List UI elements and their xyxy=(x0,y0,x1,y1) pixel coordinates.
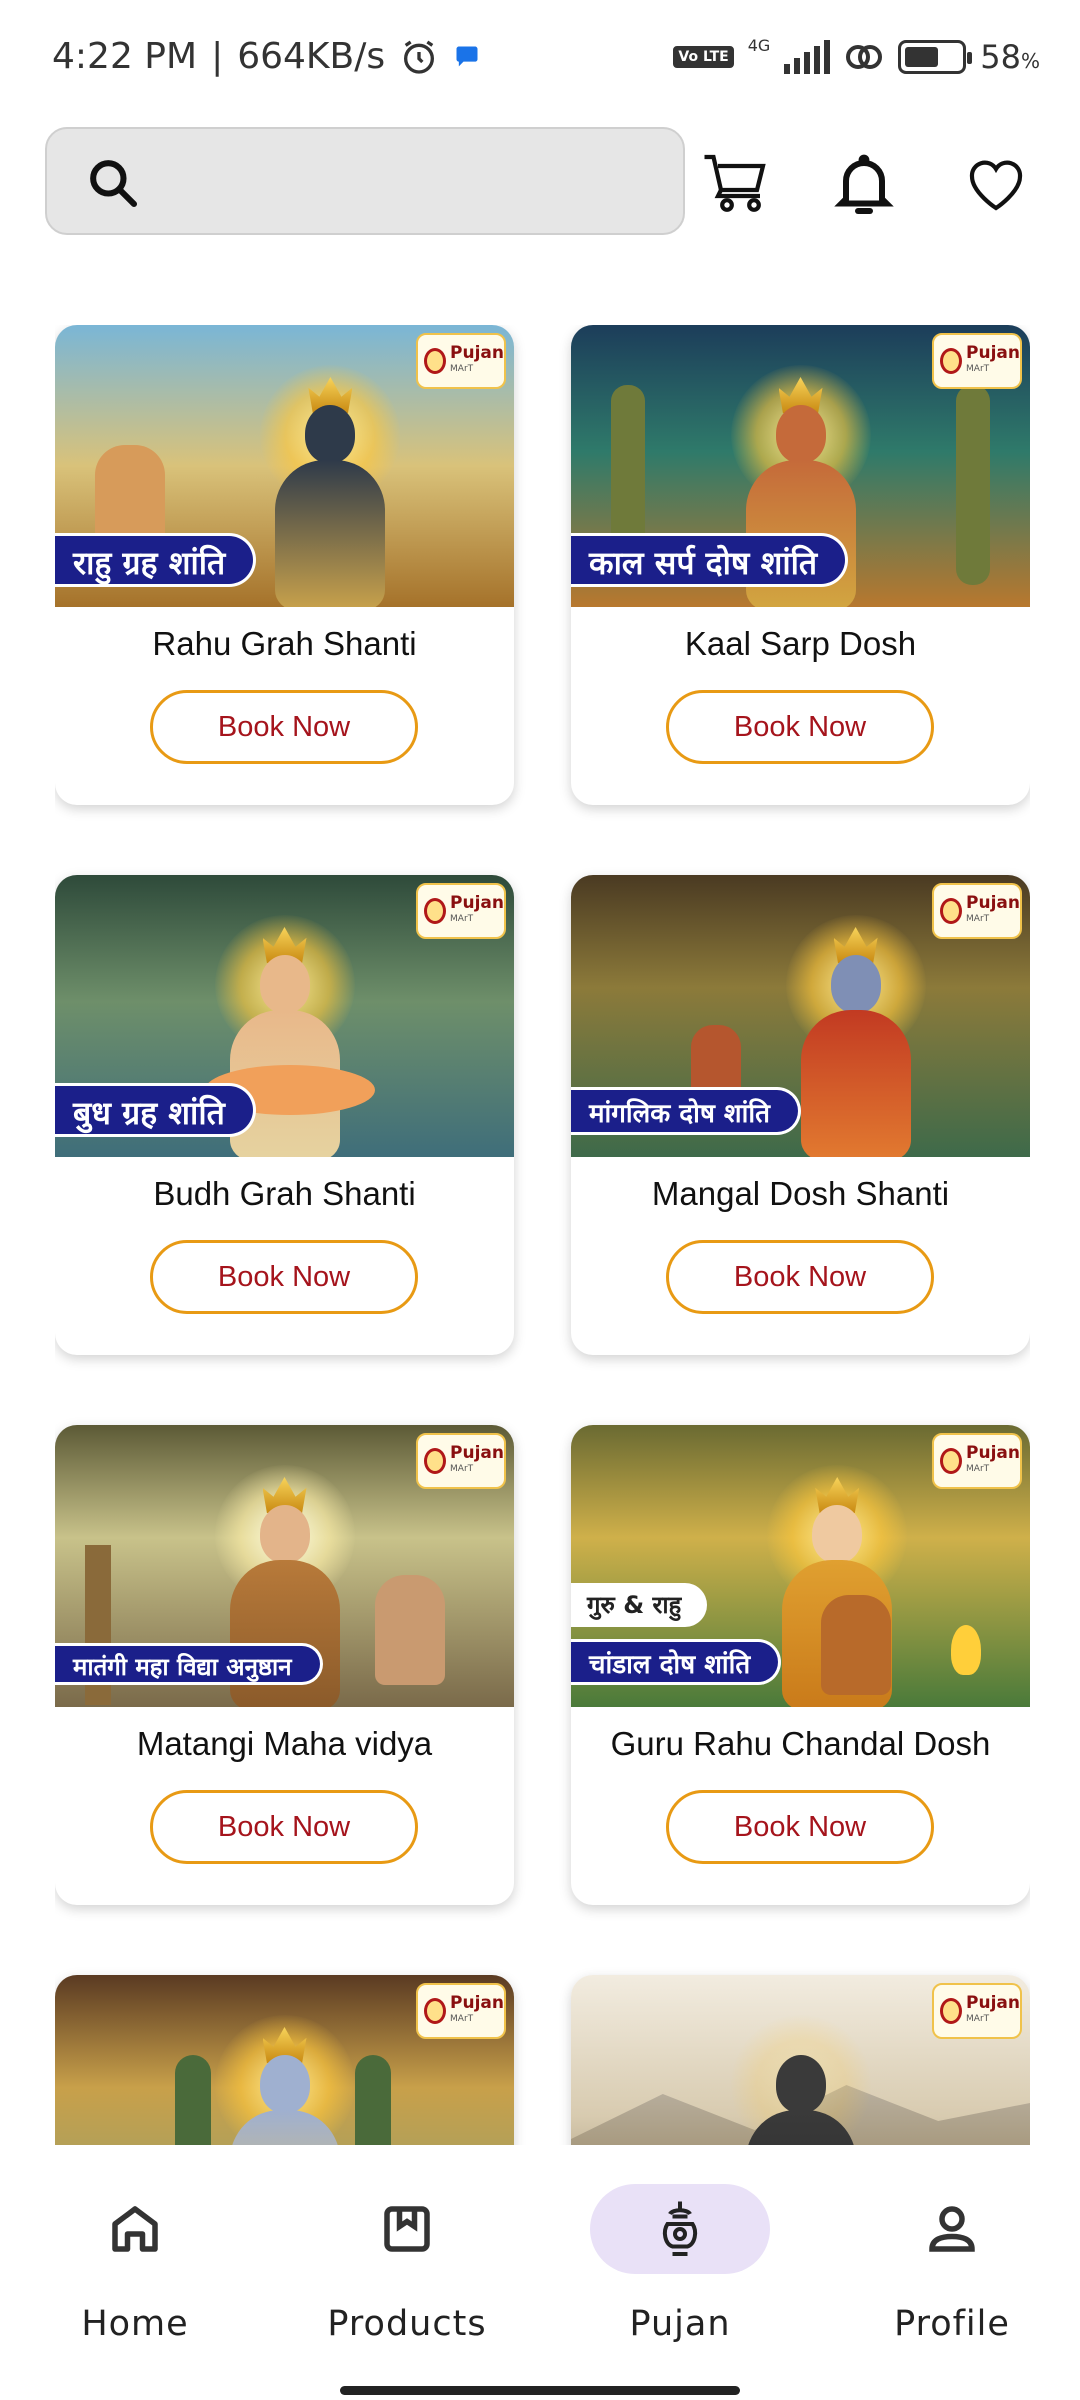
nav-label: Pujan xyxy=(629,2304,731,2344)
nav-pujan[interactable]: Pujan xyxy=(565,2184,795,2354)
pujan-title: Mangal Dosh Shanti xyxy=(651,1175,950,1212)
pujan-image: Pujan MArT राहु ग्रह शांति xyxy=(55,325,514,607)
pujan-card[interactable]: Pujan MArT काल सर्प दोष शांति Kaal Sarp D… xyxy=(571,325,1030,805)
bottom-navigation: Home Products Pujan Profile xyxy=(0,2148,1080,2400)
hindi-banner: चांडाल दोष शांति xyxy=(571,1639,782,1685)
status-separator: | xyxy=(211,36,224,77)
pujan-title: Matangi Maha vidya xyxy=(136,1725,433,1762)
status-left: 4:22 PM | 664KB/s xyxy=(52,36,481,77)
pujan-title: Rahu Grah Shanti xyxy=(152,625,417,662)
pujan-title: Budh Grah Shanti xyxy=(153,1175,416,1212)
network-type: 4G xyxy=(747,35,771,55)
pujan-card[interactable]: Pujan MArT मांगलिक दोष शांति Mangal Dosh … xyxy=(571,875,1030,1355)
battery-percent: 58% xyxy=(980,38,1040,76)
search-bar[interactable] xyxy=(45,127,685,235)
search-input[interactable] xyxy=(157,149,657,215)
brand-logo: Pujan MArT xyxy=(932,1983,1022,2039)
pujan-image: Pujan MArT मातंगी महा विद्या अनुष्ठान xyxy=(55,1425,514,1707)
brand-logo: Pujan MArT xyxy=(416,1983,506,2039)
pujan-grid: Pujan MArT राहु ग्रह शांति Rahu Grah Shan… xyxy=(55,325,1030,2145)
signal-icon xyxy=(784,40,831,74)
pujan-image: Pujan MArT बुध ग्रह शांति xyxy=(55,875,514,1157)
hotspot-icon xyxy=(846,45,883,69)
pujan-card[interactable]: Pujan MArT मातंगी महा विद्या अनुष्ठान Mat… xyxy=(55,1425,514,1905)
brand-logo: Pujan MArT xyxy=(416,1433,506,1489)
pujan-image: Pujan MArT xyxy=(571,1975,1030,2145)
kalash-icon xyxy=(662,2201,698,2256)
heart-icon[interactable] xyxy=(960,148,1032,220)
cart-icon[interactable] xyxy=(700,148,772,220)
pujan-card[interactable]: Pujan MArT xyxy=(571,1975,1030,2145)
brand-logo: Pujan MArT xyxy=(932,883,1022,939)
brand-logo: Pujan MArT xyxy=(416,883,506,939)
pujan-title: Kaal Sarp Dosh xyxy=(684,625,917,662)
book-now-button[interactable]: Book Now xyxy=(150,690,418,764)
message-icon xyxy=(456,46,478,66)
nav-profile[interactable]: Profile xyxy=(837,2184,1067,2354)
pujan-card[interactable]: Pujan MArT राहु ग्रह शांति Rahu Grah Shan… xyxy=(55,325,514,805)
pujan-card[interactable]: Pujan MArT गुरु & राहु चांडाल दोष शांति G… xyxy=(571,1425,1030,1905)
nav-label: Profile xyxy=(894,2304,1010,2344)
pujan-title: Guru Rahu Chandal Dosh xyxy=(610,1725,991,1762)
hindi-banner: काल सर्प दोष शांति xyxy=(571,533,849,587)
status-right: Vo LTE 4G 58% xyxy=(673,35,1040,76)
status-speed: 664KB/s xyxy=(237,36,386,77)
pujan-image: Pujan MArT गुरु & राहु चांडाल दोष शांति xyxy=(571,1425,1030,1707)
battery-icon xyxy=(898,40,973,74)
alarm-icon xyxy=(404,40,435,74)
pujan-image: Pujan MArT काल सर्प दोष शांति xyxy=(571,325,1030,607)
nav-label: Products xyxy=(327,2304,487,2344)
brand-logo: Pujan MArT xyxy=(932,1433,1022,1489)
brand-logo: Pujan MArT xyxy=(416,333,506,389)
brand-logo: Pujan MArT xyxy=(932,333,1022,389)
products-icon xyxy=(384,2206,430,2252)
hindi-sub-banner: गुरु & राहु xyxy=(571,1583,708,1627)
hindi-banner: राहु ग्रह शांति xyxy=(55,533,257,587)
pujan-card[interactable]: Pujan MArT बुध ग्रह शांति Budh Grah Shant… xyxy=(55,875,514,1355)
profile-icon xyxy=(929,2206,975,2252)
pujan-image: Pujan MArT मांगलिक दोष शांति xyxy=(571,875,1030,1157)
nav-home[interactable]: Home xyxy=(20,2184,250,2354)
nav-products[interactable]: Products xyxy=(292,2184,522,2354)
volte-icon: Vo LTE xyxy=(673,46,734,68)
book-now-button[interactable]: Book Now xyxy=(150,1790,418,1864)
book-now-button[interactable]: Book Now xyxy=(150,1240,418,1314)
home-indicator[interactable] xyxy=(340,2386,740,2395)
book-now-button[interactable]: Book Now xyxy=(666,1240,934,1314)
status-time: 4:22 PM xyxy=(52,36,198,77)
bell-icon[interactable] xyxy=(828,148,900,220)
search-icon xyxy=(90,160,138,208)
hindi-banner: मांगलिक दोष शांति xyxy=(571,1087,801,1135)
pujan-image: Pujan MArT xyxy=(55,1975,514,2145)
status-bar: 4:22 PM | 664KB/s Vo LTE 4G 58% xyxy=(0,0,1080,120)
nav-label: Home xyxy=(81,2304,189,2344)
hindi-banner: बुध ग्रह शांति xyxy=(55,1083,256,1137)
book-now-button[interactable]: Book Now xyxy=(666,1790,934,1864)
book-now-button[interactable]: Book Now xyxy=(666,690,934,764)
hindi-banner: मातंगी महा विद्या अनुष्ठान xyxy=(55,1643,323,1685)
home-icon xyxy=(112,2206,158,2252)
pujan-card[interactable]: Pujan MArT xyxy=(55,1975,514,2145)
